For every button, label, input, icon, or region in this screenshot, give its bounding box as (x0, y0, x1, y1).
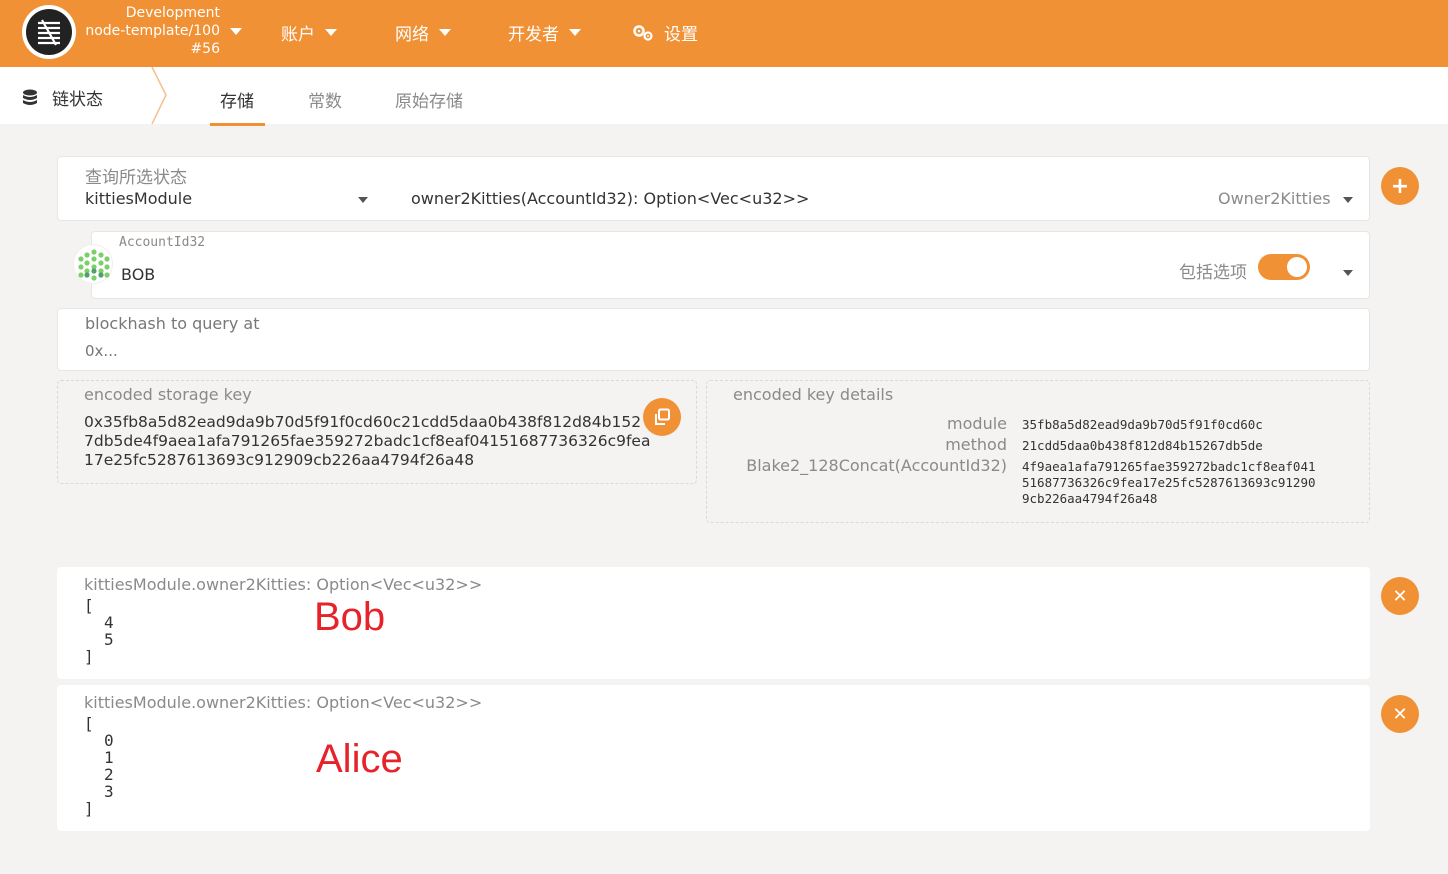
query-result-card: kittiesModule.owner2Kitties: Option<Vec<… (57, 685, 1370, 831)
add-query-button[interactable]: + (1381, 167, 1419, 205)
detail-value-line: 4f9aea1afa791265fae359272badc1cf8eaf041 (1022, 459, 1316, 474)
chain-selector[interactable]: Development node-template/100 #56 (82, 4, 242, 58)
result-title: kittiesModule.owner2Kitties: Option<Vec<… (84, 693, 483, 712)
result-item: 4 (104, 613, 114, 632)
key-details-label: encoded key details (733, 385, 894, 404)
menu-developer-label: 开发者 (508, 25, 559, 45)
top-bar: Development node-template/100 #56 账户 网络 … (0, 0, 1448, 67)
result-item: 0 (104, 731, 114, 750)
menu-accounts-label: 账户 (281, 25, 315, 45)
result-item: 3 (104, 782, 114, 801)
chain-logo[interactable] (22, 5, 76, 59)
result-open-bracket: [ (84, 714, 94, 733)
module-select[interactable]: kittiesModule (85, 189, 192, 208)
encoded-storage-key-box: encoded storage key 0x35fb8a5d82ead9da9b… (57, 380, 697, 484)
breadcrumb-chevron-icon (151, 67, 167, 124)
encoded-key-line: 0x35fb8a5d82ead9da9b70d5f91f0cd60c21cdd5… (84, 413, 642, 431)
account-type-label: AccountId32 (119, 235, 206, 250)
method-hint: Owner2Kitties (1218, 189, 1331, 208)
menu-settings-label: 设置 (664, 25, 698, 45)
tab-constants[interactable]: 常数 (308, 87, 342, 112)
query-selector-card: 查询所选状态 kittiesModule owner2Kitties(Accou… (57, 156, 1370, 221)
menu-network[interactable]: 网络 (395, 20, 451, 45)
toggle-knob (1287, 257, 1307, 277)
node-label: node-template/100 (85, 23, 220, 39)
annotation-alice: Alice (316, 737, 403, 781)
detail-value-hasher: 4f9aea1afa791265fae359272badc1cf8eaf041 … (1022, 459, 1316, 507)
tab-raw-storage[interactable]: 原始存储 (395, 87, 463, 112)
detail-value-line: 51687736326c9fea17e25fc5287613693c91290 (1022, 475, 1316, 490)
tab-storage[interactable]: 存储 (220, 87, 254, 112)
remove-result-button[interactable]: ✕ (1381, 695, 1419, 733)
result-item: 1 (104, 748, 114, 767)
gears-icon (633, 24, 653, 41)
chevron-down-icon (439, 29, 451, 36)
account-param-card: AccountId32 BOB 包括选项 (91, 231, 1370, 299)
include-option-label: 包括选项 (1179, 263, 1247, 283)
result-open-bracket: [ (84, 596, 94, 615)
chevron-down-icon[interactable] (1343, 197, 1353, 203)
plus-icon: + (1390, 173, 1410, 199)
close-icon: ✕ (1392, 585, 1408, 607)
detail-value-method: 21cdd5daa0b438f812d84b15267db5de (1022, 438, 1263, 453)
database-icon (23, 89, 37, 105)
sub-nav: 链状态 存储 常数 原始存储 (0, 67, 1448, 124)
substrate-logo-icon (38, 19, 60, 46)
encoded-key-value[interactable]: 0x35fb8a5d82ead9da9b70d5f91f0cd60c21cdd5… (84, 413, 650, 470)
active-tab-indicator (210, 123, 265, 126)
chain-name: Development (125, 5, 220, 21)
query-result-card: kittiesModule.owner2Kitties: Option<Vec<… (57, 567, 1370, 679)
chevron-down-icon[interactable] (1343, 270, 1353, 276)
blockhash-card: blockhash to query at (57, 308, 1370, 371)
block-number: #56 (190, 41, 220, 57)
result-item: 2 (104, 765, 114, 784)
chevron-down-icon[interactable] (358, 197, 368, 203)
section-chain-state[interactable]: 链状态 (22, 85, 103, 110)
include-option-toggle[interactable] (1258, 254, 1310, 280)
identicon-icon (78, 249, 110, 281)
detail-key-method: method (945, 435, 1007, 454)
chevron-down-icon (569, 29, 581, 36)
menu-network-label: 网络 (395, 25, 429, 45)
detail-key-module: module (947, 414, 1007, 433)
copy-button[interactable] (643, 398, 681, 436)
result-close-bracket: ] (84, 799, 94, 818)
avatar (73, 244, 113, 284)
blockhash-input[interactable] (85, 339, 1345, 363)
result-close-bracket: ] (84, 647, 94, 666)
detail-key-hasher: Blake2_128Concat(AccountId32) (746, 456, 1007, 475)
query-label: 查询所选状态 (85, 168, 187, 188)
detail-value-module: 35fb8a5d82ead9da9b70d5f91f0cd60c (1022, 417, 1263, 432)
annotation-bob: Bob (314, 595, 386, 639)
encoded-key-label: encoded storage key (84, 385, 252, 404)
remove-result-button[interactable]: ✕ (1381, 577, 1419, 615)
encoded-key-details-box: encoded key details module 35fb8a5d82ead… (706, 380, 1370, 523)
blockhash-label: blockhash to query at (85, 314, 260, 333)
encoded-key-line: 7db5de4f9aea1afa791265fae359272badc1cf8e… (84, 432, 651, 450)
section-label: 链状态 (52, 90, 103, 110)
copy-icon (655, 408, 670, 425)
chevron-down-icon (230, 28, 242, 35)
detail-value-line: 9cb226aa4794f26a48 (1022, 491, 1158, 506)
result-item: 5 (104, 630, 114, 649)
chevron-down-icon (325, 29, 337, 36)
menu-accounts[interactable]: 账户 (281, 20, 337, 45)
menu-developer[interactable]: 开发者 (508, 20, 581, 45)
menu-settings[interactable]: 设置 (632, 20, 698, 45)
close-icon: ✕ (1392, 703, 1408, 725)
account-select[interactable]: BOB (121, 265, 155, 284)
method-select[interactable]: owner2Kitties(AccountId32): Option<Vec<u… (411, 189, 809, 208)
encoded-key-line: 17e25fc5287613693c912909cb226aa4794f26a4… (84, 451, 475, 469)
result-title: kittiesModule.owner2Kitties: Option<Vec<… (84, 575, 483, 594)
